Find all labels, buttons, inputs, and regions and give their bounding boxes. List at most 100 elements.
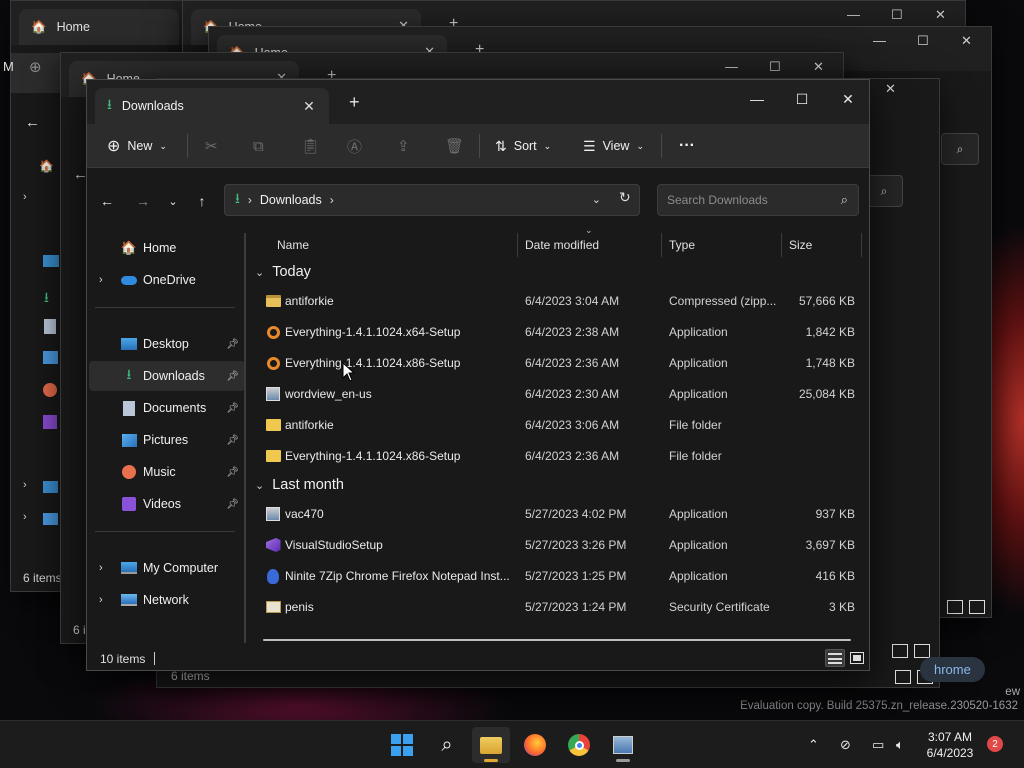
table-row[interactable]: Everything-1.4.1.1024.x86-Setup 6/4/2023 … — [261, 442, 865, 470]
minimize-icon[interactable]: — — [725, 59, 738, 74]
table-row[interactable]: antiforkie 6/4/2023 3:04 AM Compressed (zi… — [261, 287, 865, 315]
background-pill-button[interactable]: hrome — [920, 657, 985, 682]
start-button[interactable] — [383, 727, 421, 763]
maximize-icon[interactable]: ☐ — [917, 33, 929, 49]
installer-taskbar-button[interactable] — [604, 727, 642, 763]
maximize-icon[interactable]: ☐ — [891, 7, 903, 23]
chevron-right-icon[interactable]: › — [23, 479, 27, 491]
sort-button[interactable]: ⇅ Sort ⌄ — [495, 132, 551, 160]
chevron-right-icon[interactable]: › — [99, 594, 103, 606]
chevron-right-icon[interactable]: › — [23, 191, 27, 203]
search-input[interactable]: Search Downloads ⌕ — [657, 184, 859, 216]
close-icon[interactable]: ✕ — [813, 59, 824, 75]
network-disconnected-icon[interactable]: ⊘ — [840, 737, 851, 753]
maximize-icon[interactable]: ☐ — [769, 59, 781, 75]
forward-button[interactable]: → — [129, 189, 157, 213]
close-icon[interactable]: ✕ — [935, 7, 946, 23]
nav-scrollbar[interactable] — [244, 233, 246, 643]
chrome-taskbar-button[interactable] — [560, 727, 598, 763]
search-icon[interactable]: ⌕ — [941, 133, 979, 165]
view-button[interactable]: ☰ View ⌄ — [583, 132, 644, 160]
breadcrumb-downloads[interactable]: Downloads — [260, 193, 322, 207]
new-button[interactable]: ⊕ New ⌄ — [107, 132, 167, 160]
chevron-right-icon[interactable]: › — [99, 562, 103, 574]
column-header-type[interactable]: Type — [669, 233, 695, 257]
pin-icon[interactable]: 📌︎ — [226, 339, 239, 350]
clock[interactable]: 3:07 AM 6/4/2023 — [922, 729, 978, 761]
maximize-button[interactable]: ☐ — [779, 84, 825, 114]
sidebar-item-network[interactable]: › Network — [89, 585, 245, 615]
firefox-taskbar-button[interactable] — [516, 727, 554, 763]
table-row[interactable]: wordview_en-us 6/4/2023 2:30 AM Applicatio… — [261, 380, 865, 408]
chevron-down-icon[interactable]: ⌄ — [592, 193, 601, 206]
pin-icon[interactable]: 📌︎ — [226, 499, 239, 510]
sidebar-item-home[interactable]: 🏠 Home — [89, 233, 245, 263]
sidebar-item-desktop[interactable]: Desktop 📌︎ — [89, 329, 245, 359]
sidebar-item-music[interactable]: Music 📌︎ — [89, 457, 245, 487]
volume-icon[interactable]: 🔈︎ — [896, 737, 904, 753]
view-toggle[interactable] — [892, 644, 930, 658]
close-icon[interactable]: ✕ — [885, 81, 896, 97]
chevron-right-icon[interactable]: › — [23, 511, 27, 523]
sidebar-item-onedrive[interactable]: › OneDrive — [89, 265, 245, 295]
cut-icon[interactable]: ✂ — [205, 132, 218, 160]
display-icon[interactable]: ▭ — [872, 737, 884, 753]
close-icon[interactable]: ✕ — [961, 33, 972, 49]
pin-icon[interactable]: 📌︎ — [226, 371, 239, 382]
table-row[interactable]: Everything-1.4.1.1024.x64-Setup 6/4/2023 … — [261, 318, 865, 346]
chevron-right-icon[interactable]: › — [99, 274, 103, 286]
search-icon[interactable]: ⌕ — [865, 175, 903, 207]
tab-downloads[interactable]: ⭳ Downloads ✕ — [95, 88, 329, 124]
background-status-text: 6 items — [171, 669, 210, 683]
search-taskbar-button[interactable]: ⌕ — [428, 727, 466, 763]
share-icon[interactable]: ⇪ — [397, 132, 410, 160]
tiles-view-button[interactable] — [847, 649, 867, 667]
minimize-button[interactable]: — — [734, 84, 780, 114]
minimize-icon[interactable]: — — [847, 7, 860, 22]
up-button[interactable]: ↑ — [188, 189, 216, 213]
paste-icon[interactable]: 📋︎ — [301, 132, 320, 160]
delete-icon[interactable]: 🗑︎ — [445, 132, 464, 160]
recent-locations-button[interactable]: ⌄ — [159, 189, 187, 213]
view-toggle[interactable] — [947, 600, 985, 614]
title-bar[interactable]: ⭳ Downloads ✕ + — ☐ ✕ — [87, 80, 869, 124]
copy-icon[interactable]: ⧉ — [253, 132, 264, 160]
group-header-today[interactable]: ⌄ Today — [255, 260, 311, 284]
sidebar-item-videos[interactable]: Videos 📌︎ — [89, 489, 245, 519]
pin-icon[interactable]: 📌︎ — [226, 435, 239, 446]
notification-badge[interactable]: 2 — [987, 736, 1003, 752]
new-tab-button[interactable]: + — [349, 92, 360, 113]
chevron-right-icon[interactable]: › — [248, 193, 252, 207]
file-explorer-taskbar-button[interactable] — [472, 727, 510, 763]
pin-icon[interactable]: 📌︎ — [226, 403, 239, 414]
sidebar-item-pictures[interactable]: Pictures 📌︎ — [89, 425, 245, 455]
column-header-size[interactable]: Size — [789, 233, 812, 257]
column-header-name[interactable]: Name — [277, 233, 309, 257]
table-row[interactable]: penis 5/27/2023 1:24 PM Security Certifica… — [261, 593, 865, 621]
music-icon — [43, 383, 57, 397]
explorer-window[interactable]: ⭳ Downloads ✕ + — ☐ ✕ ⊕ New ⌄ ✂ ⧉ 📋︎ Ⓐ ⇪… — [86, 79, 870, 671]
horizontal-scrollbar[interactable] — [263, 639, 851, 641]
rename-icon[interactable]: Ⓐ — [347, 132, 362, 160]
table-row[interactable]: Ninite 7Zip Chrome Firefox Notepad Inst.… — [261, 562, 865, 590]
table-row[interactable]: VisualStudioSetup 5/27/2023 3:26 PM Applic… — [261, 531, 865, 559]
chevron-up-icon[interactable]: ⌃ — [808, 737, 819, 753]
sidebar-item-downloads[interactable]: ⭳ Downloads 📌︎ — [89, 361, 245, 391]
table-row[interactable]: antiforkie 6/4/2023 3:06 AM File folder — [261, 411, 865, 439]
background-tab[interactable]: 🏠 Home — [19, 9, 179, 45]
close-button[interactable]: ✕ — [825, 84, 869, 114]
close-tab-icon[interactable]: ✕ — [299, 96, 319, 116]
pin-icon[interactable]: 📌︎ — [226, 467, 239, 478]
sidebar-item-my-computer[interactable]: › My Computer — [89, 553, 245, 583]
minimize-icon[interactable]: — — [873, 33, 886, 48]
table-row[interactable]: vac470 5/27/2023 4:02 PM Application 937 KB — [261, 500, 865, 528]
group-header-last-month[interactable]: ⌄ Last month — [255, 473, 344, 497]
chevron-right-icon[interactable]: › — [330, 193, 334, 207]
column-header-date[interactable]: Date modified — [525, 233, 599, 257]
back-arrow-icon[interactable]: ← — [25, 114, 40, 131]
back-button[interactable]: ← — [93, 189, 121, 213]
address-bar[interactable]: ⭳ › Downloads › ⌄ — [224, 184, 640, 216]
details-view-button[interactable] — [825, 649, 845, 667]
sidebar-item-documents[interactable]: Documents 📌︎ — [89, 393, 245, 423]
more-options-button[interactable]: ··· — [679, 132, 695, 160]
